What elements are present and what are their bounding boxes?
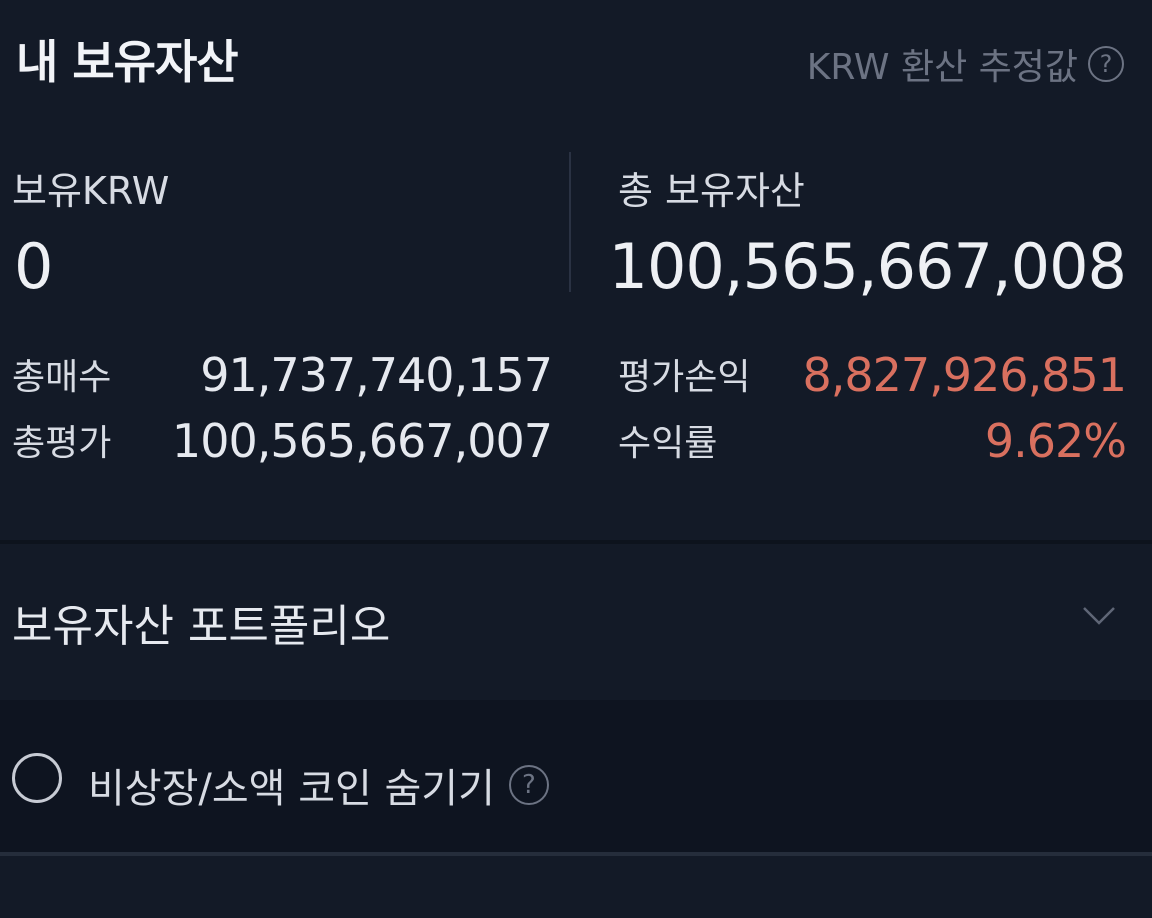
- return-label: 수익률: [618, 423, 718, 464]
- portfolio-toggle[interactable]: 보유자산 포트폴리오: [0, 544, 1152, 700]
- total-eval-value: 100,565,667,007: [171, 414, 553, 468]
- holdings-list-row: [0, 856, 1152, 918]
- krw-value: 0: [14, 230, 53, 303]
- total-buy-row: 총매수 91,737,740,157: [12, 348, 553, 404]
- total-assets-value: 100,565,667,008: [608, 230, 1127, 303]
- total-buy-label: 총매수: [12, 357, 112, 398]
- pnl-label: 평가손익: [618, 357, 751, 398]
- help-icon[interactable]: ?: [508, 765, 549, 805]
- total-column: 총 보유자산 100,565,667,008 평가손익 8,827,926,85…: [609, 130, 1127, 540]
- portfolio-title: 보유자산 포트폴리오: [12, 601, 391, 652]
- chevron-down-icon[interactable]: [1082, 598, 1116, 632]
- help-icon[interactable]: ?: [1088, 46, 1124, 82]
- pnl-row: 평가손익 8,827,926,851: [618, 348, 1127, 404]
- header: 내 보유자산 KRW 환산 추정값 ?: [0, 0, 1152, 120]
- total-buy-value: 91,737,740,157: [200, 348, 553, 402]
- return-row: 수익률 9.62%: [618, 414, 1127, 470]
- hide-small-coins-radio[interactable]: [12, 753, 62, 803]
- pnl-value: 8,827,926,851: [802, 348, 1127, 402]
- total-assets-label: 총 보유자산: [618, 169, 805, 213]
- total-eval-row: 총평가 100,565,667,007: [12, 414, 553, 470]
- asset-summary: 보유KRW 0 총매수 91,737,740,157 총평가 100,565,6…: [0, 130, 1152, 540]
- return-value: 9.62%: [984, 414, 1127, 468]
- column-divider: [569, 152, 571, 292]
- krw-estimate-note[interactable]: KRW 환산 추정값 ?: [807, 38, 1124, 90]
- page-title: 내 보유자산: [16, 35, 239, 89]
- krw-column: 보유KRW 0 총매수 91,737,740,157 총평가 100,565,6…: [12, 130, 553, 540]
- krw-estimate-label: KRW 환산 추정값: [806, 47, 1078, 88]
- krw-label: 보유KRW: [12, 169, 170, 213]
- holdings-screen: 내 보유자산 KRW 환산 추정값 ? 보유KRW 0 총매수 91,737,7…: [0, 0, 1152, 918]
- hide-small-coins-option[interactable]: 비상장/소액 코인 숨기기 ?: [88, 756, 549, 814]
- filter-bar: 비상장/소액 코인 숨기기 ?: [0, 700, 1152, 852]
- total-eval-label: 총평가: [12, 423, 112, 464]
- hide-small-coins-label: 비상장/소액 코인 숨기기: [88, 766, 495, 812]
